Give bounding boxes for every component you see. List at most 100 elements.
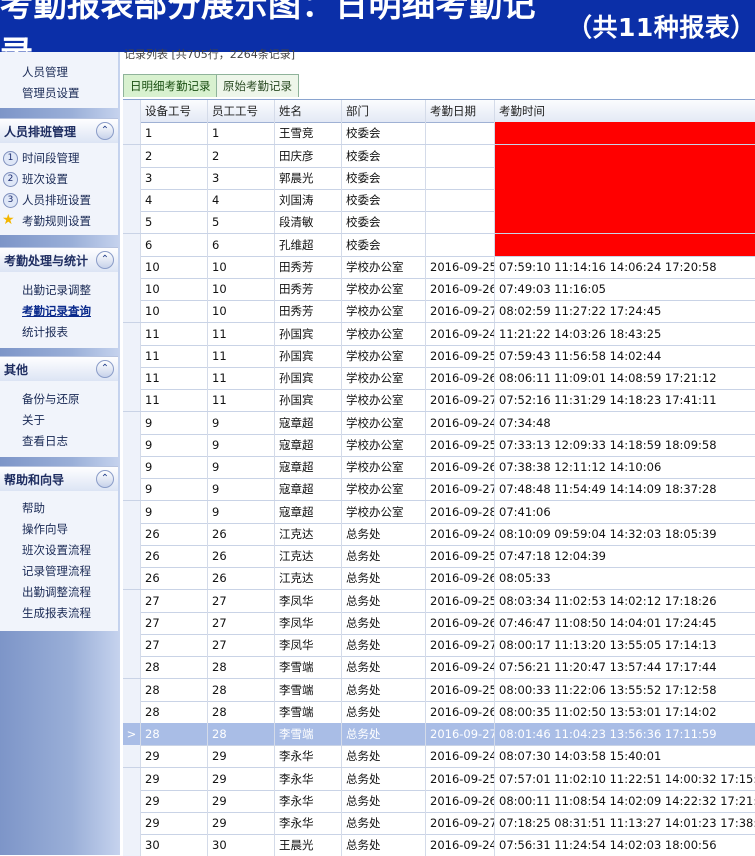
collapse-icon[interactable]: ⌃ [96, 360, 114, 378]
table-row[interactable]: 11 11 孙国宾 学校办公室 2016-09-24 11:21:22 14:03:26 … [123, 322, 755, 346]
row-indicator[interactable] [123, 745, 141, 768]
sidebar-item-person-management[interactable]: 人员管理 [22, 64, 68, 80]
cell-department[interactable]: 总务处 [342, 767, 426, 790]
row-indicator[interactable] [123, 389, 141, 412]
row-indicator[interactable] [123, 255, 141, 278]
cell-name[interactable]: 江克达 [275, 522, 342, 545]
cell-device-id[interactable]: 9 [141, 500, 208, 523]
cell-department[interactable]: 总务处 [342, 522, 426, 545]
cell-name[interactable]: 田庆彦 [275, 144, 342, 167]
cell-device-id[interactable]: 29 [141, 812, 208, 834]
cell-device-id[interactable]: 28 [141, 678, 208, 701]
cell-time[interactable]: 07:56:21 11:20:47 13:57:44 17:17:44 [495, 656, 755, 678]
cell-date[interactable]: 2016-09-27 [426, 812, 495, 834]
sidebar-item-shift-settings[interactable]: 班次设置 [22, 171, 68, 187]
cell-name[interactable]: 李凤华 [275, 634, 342, 656]
row-indicator[interactable] [123, 144, 141, 167]
sidebar-item-schedule-settings[interactable]: 人员排班设置 [22, 192, 91, 208]
table-row[interactable]: 9 9 寇章超 学校办公室 2016-09-25 07:33:13 12:09:33 14… [123, 433, 755, 457]
cell-device-id[interactable]: 9 [141, 433, 208, 456]
cell-device-id[interactable]: 9 [141, 456, 208, 478]
cell-name[interactable]: 李凤华 [275, 611, 342, 634]
cell-date[interactable]: 2016-09-27 [426, 300, 495, 323]
cell-department[interactable]: 总务处 [342, 567, 426, 590]
cell-department[interactable]: 总务处 [342, 589, 426, 612]
table-row[interactable]: 27 27 李凤华 总务处 2016-09-25 08:03:34 11:02:53 14… [123, 589, 755, 613]
cell-time-missing[interactable] [495, 233, 755, 256]
cell-time[interactable]: 08:10:09 09:59:04 14:32:03 18:05:39 [495, 523, 755, 545]
cell-device-id[interactable]: 30 [141, 834, 208, 856]
cell-department[interactable]: 校委会 [342, 233, 426, 256]
cell-date[interactable]: 2016-09-28 [426, 500, 495, 523]
cell-device-id[interactable]: 10 [141, 300, 208, 323]
cell-date[interactable]: 2016-09-24 [426, 745, 495, 768]
panel-header-scheduling[interactable]: 人员排班管理 ⌃ [0, 118, 118, 143]
cell-employee-id[interactable]: 11 [208, 344, 275, 367]
cell-department[interactable]: 总务处 [342, 545, 426, 567]
cell-department[interactable]: 学校办公室 [342, 389, 426, 412]
cell-device-id[interactable]: 4 [141, 189, 208, 211]
row-indicator[interactable] [123, 300, 141, 323]
table-row[interactable]: 26 26 江克达 总务处 2016-09-25 07:47:18 12:04:39 [123, 545, 755, 568]
tab-raw-records[interactable]: 原始考勤记录 [216, 74, 299, 97]
cell-device-id[interactable]: 29 [141, 745, 208, 768]
cell-device-id[interactable]: 27 [141, 589, 208, 612]
cell-employee-id[interactable]: 11 [208, 367, 275, 389]
cell-device-id[interactable]: 5 [141, 211, 208, 234]
cell-time-missing[interactable] [495, 144, 755, 167]
cell-name[interactable]: 李永华 [275, 789, 342, 812]
row-indicator[interactable] [123, 411, 141, 434]
cell-department[interactable]: 校委会 [342, 144, 426, 167]
cell-time[interactable]: 08:02:59 11:27:22 17:24:45 [495, 300, 755, 322]
cell-date[interactable]: 2016-09-24 [426, 834, 495, 856]
cell-date[interactable]: 2016-09-24 [426, 656, 495, 679]
cell-time[interactable]: 07:59:43 11:56:58 14:02:44 [495, 345, 755, 367]
cell-date[interactable]: 2016-09-25 [426, 678, 495, 701]
row-indicator[interactable] [123, 189, 141, 211]
cell-employee-id[interactable]: 29 [208, 745, 275, 768]
cell-date[interactable] [426, 189, 495, 211]
sidebar-item-shift-flow[interactable]: 班次设置流程 [22, 542, 91, 558]
row-indicator[interactable] [123, 656, 141, 679]
cell-department[interactable]: 学校办公室 [342, 255, 426, 278]
row-indicator[interactable] [123, 545, 141, 567]
cell-time[interactable]: 08:05:33 [495, 567, 755, 589]
cell-employee-id[interactable]: 26 [208, 545, 275, 567]
row-indicator[interactable] [123, 611, 141, 634]
cell-date[interactable] [426, 233, 495, 256]
cell-department[interactable]: 总务处 [342, 834, 426, 856]
row-indicator[interactable] [123, 812, 141, 834]
table-row[interactable]: 29 29 李永华 总务处 2016-09-25 07:57:01 11:02:10 11… [123, 767, 755, 791]
cell-name[interactable]: 寇章超 [275, 411, 342, 434]
table-row[interactable]: 9 9 寇章超 学校办公室 2016-09-28 07:41:06 [123, 500, 755, 524]
cell-department[interactable]: 校委会 [342, 189, 426, 211]
cell-time[interactable]: 07:49:03 11:16:05 [495, 278, 755, 300]
cell-time[interactable]: 07:52:16 11:31:29 14:18:23 17:41:11 [495, 389, 755, 411]
cell-employee-id[interactable]: 29 [208, 789, 275, 812]
sidebar-item-time-period[interactable]: 时间段管理 [22, 150, 80, 166]
row-indicator[interactable] [123, 700, 141, 723]
cell-employee-id[interactable]: 27 [208, 634, 275, 656]
cell-time[interactable]: 07:18:25 08:31:51 11:13:27 14:01:23 17:3… [495, 812, 755, 834]
row-indicator[interactable] [123, 789, 141, 812]
cell-name[interactable]: 段清敏 [275, 211, 342, 234]
cell-employee-id[interactable]: 4 [208, 189, 275, 211]
cell-date[interactable] [426, 144, 495, 167]
cell-device-id[interactable]: 28 [141, 723, 208, 745]
cell-name[interactable]: 孙国宾 [275, 367, 342, 389]
cell-time-missing[interactable] [495, 122, 755, 145]
cell-department[interactable]: 学校办公室 [342, 411, 426, 434]
cell-device-id[interactable]: 29 [141, 789, 208, 812]
cell-name[interactable]: 刘国涛 [275, 189, 342, 211]
cell-department[interactable]: 总务处 [342, 723, 426, 745]
cell-name[interactable]: 寇章超 [275, 456, 342, 478]
cell-device-id[interactable]: 11 [141, 389, 208, 412]
cell-name[interactable]: 郭晨光 [275, 166, 342, 189]
row-indicator[interactable] [123, 522, 141, 545]
table-row[interactable]: 28 28 李雪端 总务处 2016-09-25 08:00:33 11:22:06 13… [123, 678, 755, 702]
cell-time-missing[interactable] [495, 166, 755, 189]
collapse-icon[interactable]: ⌃ [96, 470, 114, 488]
cell-department[interactable]: 总务处 [342, 611, 426, 634]
cell-time[interactable]: 07:56:31 11:24:54 14:02:03 18:00:56 [495, 834, 755, 856]
cell-date[interactable]: 2016-09-25 [426, 433, 495, 456]
